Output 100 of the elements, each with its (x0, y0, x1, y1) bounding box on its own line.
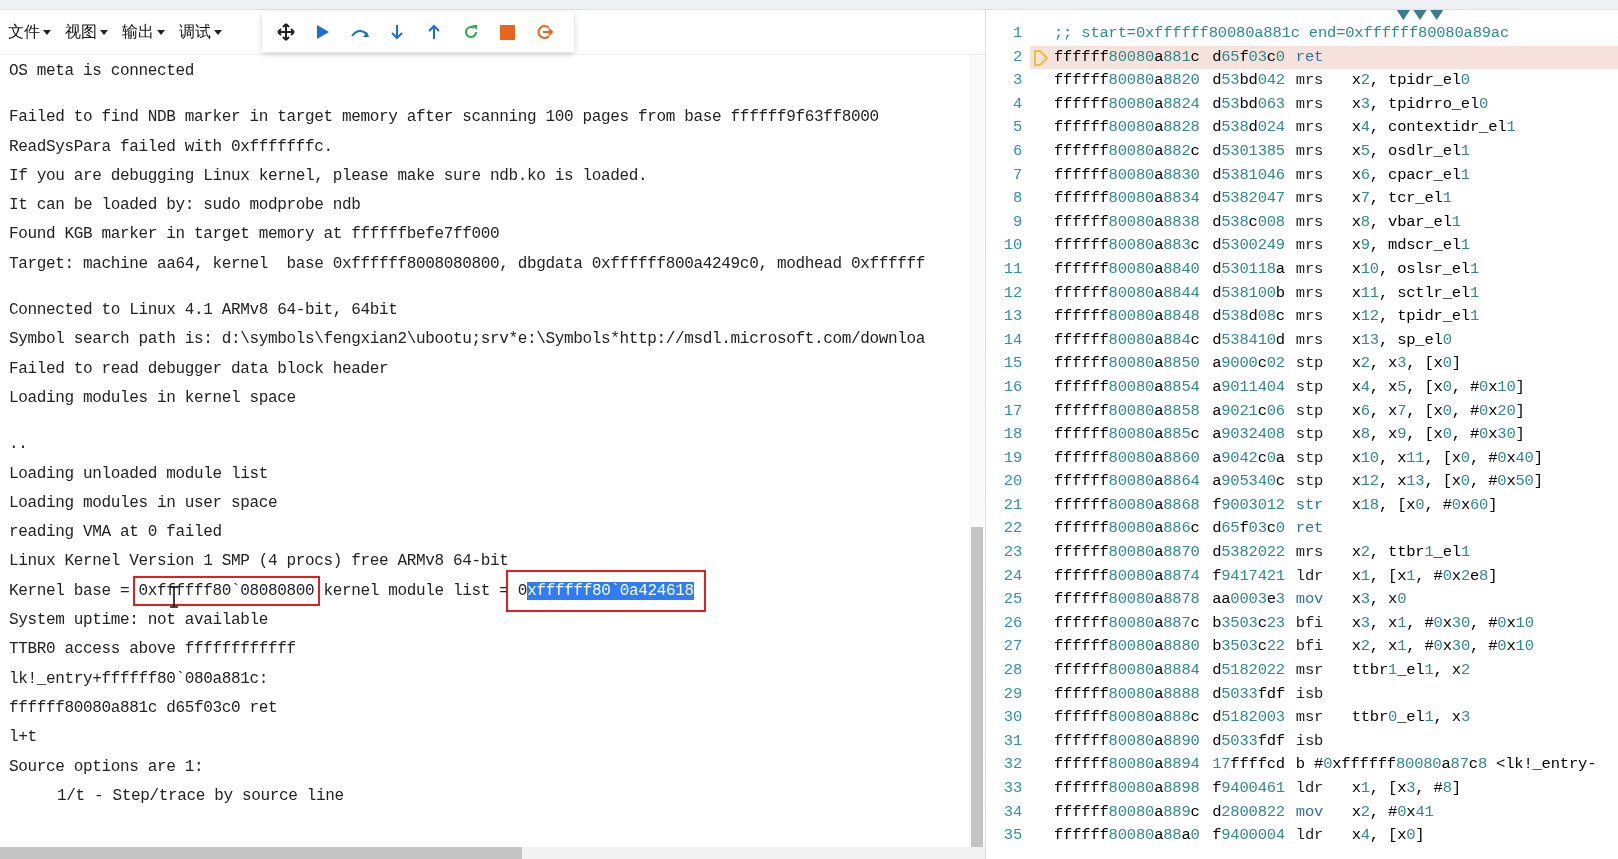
opcode-text: d5033fdf (1212, 683, 1286, 705)
output-text: 0 (517, 581, 528, 600)
opcode-text: d53bd063 (1212, 93, 1286, 115)
opcode-text: f9417421 (1212, 565, 1286, 587)
address-text: ffffff80080a8878 (1054, 589, 1201, 611)
mnemonic-text: ret (1295, 518, 1325, 540)
address-text: ffffff80080a8858 (1054, 400, 1201, 422)
line-number: 23 (1002, 542, 1022, 564)
address-text: ffffff80080a8854 (1054, 376, 1201, 398)
line-number: 21 (1002, 494, 1022, 516)
output-line: Failed to read debugger data block header (9, 358, 390, 380)
opcode-text: d53bd042 (1212, 70, 1286, 92)
operands-text: x4, [x0] (1351, 825, 1425, 847)
mnemonic-text: mrs (1295, 542, 1325, 564)
line-number: 11 (1002, 258, 1022, 280)
address-text: ffffff80080a886c (1054, 518, 1201, 540)
output-line: reading VMA at 0 failed (9, 522, 223, 544)
instruction-text: b #0xffffff80080a87c8 <lk!_entry- (1295, 754, 1597, 776)
horizontal-scrollbar[interactable] (0, 847, 985, 859)
opcode-text: a9032408 (1212, 424, 1286, 446)
line-number: 15 (1002, 353, 1022, 375)
mnemonic-text: mrs (1295, 329, 1325, 351)
address-text: ffffff80080a8888 (1054, 683, 1201, 705)
line-number: 5 (1011, 117, 1022, 139)
line-number: 31 (1002, 730, 1022, 752)
mnemonic-text: stp (1295, 400, 1325, 422)
line-number: 13 (1002, 306, 1022, 328)
menu-item[interactable]: 调试 (179, 21, 222, 43)
output-line: Symbol search path is: d:\symbols\fengxian2\ubootu;srv*e:\Symbols*http://msdl.microsoft.com/downloa (9, 329, 926, 351)
opcode-text: d538410d (1212, 329, 1286, 351)
line-number: 25 (1002, 589, 1022, 611)
caret-icon (214, 29, 222, 35)
mnemonic-text: mrs (1295, 211, 1325, 233)
opcode-text: d538d08c (1212, 306, 1286, 328)
output-line: Found KGB marker in target memory at ffffffbefe7ff000 (9, 224, 501, 246)
menu-item[interactable]: 文件 (8, 21, 51, 43)
address-text: ffffff80080a88a0 (1054, 825, 1201, 847)
mnemonic-text: mrs (1295, 258, 1325, 280)
line-number: 8 (1011, 188, 1022, 210)
mnemonic-text: mrs (1295, 93, 1325, 115)
opcode-text: b3503c22 (1212, 636, 1286, 658)
line-number: 26 (1002, 612, 1022, 634)
line-number: 14 (1002, 329, 1022, 351)
menu-item[interactable]: 输出 (122, 21, 165, 43)
address-text: ffffff80080a881c (1054, 46, 1201, 68)
output-line: Loading modules in user space (9, 492, 279, 514)
operands-text: x10, oslsr_el1 (1351, 258, 1480, 280)
opcode-text: f9400461 (1212, 778, 1286, 799)
line-number: 24 (1002, 565, 1022, 587)
output-line: OS meta is connected (9, 61, 196, 82)
address-text: ffffff80080a887c (1054, 612, 1201, 634)
opcode-text: d2800822 (1212, 801, 1286, 823)
opcode-text: d5381046 (1212, 164, 1286, 186)
opcode-text: a905340c (1212, 471, 1286, 493)
stop-icon (500, 24, 515, 40)
address-text: ffffff80080a885c (1054, 424, 1201, 446)
selected-text: xffffff80`0a424618 (527, 581, 694, 600)
opcode-text: d5300249 (1212, 235, 1286, 257)
operands-text: x12, tpidr_el1 (1351, 306, 1480, 328)
mnemonic-text: msr (1295, 707, 1325, 729)
output-line: Source options are 1: (9, 756, 205, 778)
output-line: .. (9, 434, 29, 456)
output-line: It can be loaded by: sudo modprobe ndb (9, 195, 362, 217)
address-text: ffffff80080a8868 (1054, 494, 1201, 516)
opcode-text: a9000c02 (1212, 353, 1286, 375)
operands-text: x7, tcr_el1 (1351, 188, 1452, 210)
operands-text: x1, [x3, #8] (1351, 778, 1461, 799)
line-number: 2 (1011, 46, 1022, 68)
vertical-scrollbar[interactable] (969, 55, 985, 847)
address-text: ffffff80080a8824 (1054, 93, 1201, 115)
output-line: Loading modules in kernel space (9, 387, 297, 409)
restart-icon (462, 24, 479, 40)
output-line: l+t (9, 727, 38, 749)
output-line: Failed to find NDB marker in target memory after scanning 100 pages from base ffffff9f63ff8000 (9, 107, 880, 129)
menu-item[interactable]: 视图 (65, 21, 108, 43)
address-text: ffffff80080a8890 (1054, 730, 1201, 752)
address-text: ffffff80080a8828 (1054, 117, 1201, 139)
address-text: ffffff80080a8894 (1054, 754, 1201, 776)
detach-icon (536, 24, 553, 40)
line-number: 3 (1011, 70, 1022, 92)
operands-text: x5, osdlr_el1 (1351, 140, 1470, 162)
operands-text: ttbr0_el1, x3 (1351, 707, 1470, 729)
output-line: If you are debugging Linux kernel, please make sure ndb.ko is loaded. (9, 165, 649, 187)
line-number: 32 (1002, 754, 1022, 776)
opcode-text: f9400004 (1212, 825, 1286, 847)
operands-text: x12, x13, [x0, #0x50] (1351, 471, 1543, 493)
output-line: ReadSysPara failed with 0xfffffffc. (9, 136, 334, 158)
comment-text: ;; start=0xffffff80080a881c end=0xffffff80080a89ac (1054, 23, 1510, 44)
mnemonic-text: mrs (1295, 164, 1325, 186)
mnemonic-text: ret (1295, 46, 1325, 68)
current-line-arrow-icon (1034, 49, 1048, 66)
opcode-text: d538d024 (1212, 117, 1286, 139)
line-number: 17 (1002, 400, 1022, 422)
address-text: ffffff80080a8840 (1054, 258, 1201, 280)
operands-text: x2, x1, #0x30, #0x10 (1351, 636, 1534, 658)
caret-icon (100, 29, 108, 35)
operands-text: ttbr1_el1, x2 (1351, 660, 1470, 682)
line-number: 9 (1011, 211, 1022, 233)
address-text: ffffff80080a8874 (1054, 565, 1201, 587)
address-text: ffffff80080a8820 (1054, 70, 1201, 92)
